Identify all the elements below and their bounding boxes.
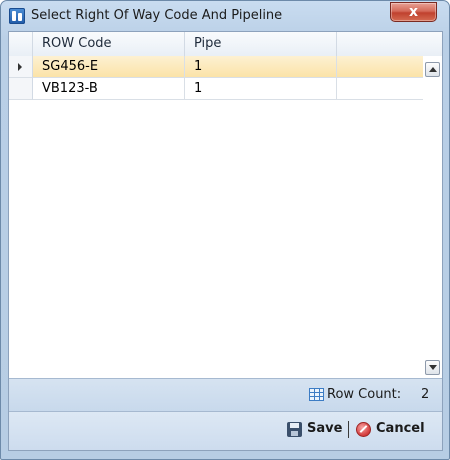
empty-cell[interactable] xyxy=(337,56,423,78)
close-button[interactable]: x xyxy=(390,2,437,22)
button-divider xyxy=(348,421,349,438)
arrow-down-icon xyxy=(429,365,437,370)
row-code-cell[interactable]: VB123-B xyxy=(33,78,185,100)
empty-cell[interactable] xyxy=(337,78,423,100)
scroll-down-button[interactable] xyxy=(425,360,440,375)
row-indicator-header xyxy=(9,32,33,56)
row-count-value: 2 xyxy=(421,387,430,402)
column-header-pipe[interactable]: Pipe xyxy=(185,32,337,56)
save-label: Save xyxy=(307,421,343,436)
window-title: Select Right Of Way Code And Pipeline xyxy=(31,8,283,23)
current-row-arrow-icon xyxy=(18,63,22,71)
table-row[interactable]: VB123-B 1 xyxy=(9,78,442,100)
cancel-label: Cancel xyxy=(376,421,425,436)
grid-header: ROW Code Pipe xyxy=(9,32,442,57)
scroll-up-button[interactable] xyxy=(425,62,440,77)
status-bar: Row Count: 2 xyxy=(9,378,442,412)
row-indicator xyxy=(9,78,33,100)
row-count-label: Row Count: xyxy=(327,387,402,402)
dialog-content: ROW Code Pipe SG456-E 1 VB123-B 1 Row Co… xyxy=(8,31,443,451)
pipe-cell[interactable]: 1 xyxy=(185,78,337,100)
table-row[interactable]: SG456-E 1 xyxy=(9,56,442,78)
row-code-cell[interactable]: SG456-E xyxy=(33,56,185,78)
vertical-scrollbar[interactable] xyxy=(423,56,442,376)
table-icon xyxy=(309,388,324,401)
arrow-up-icon xyxy=(429,67,437,72)
action-bar: Save Cancel xyxy=(9,412,442,450)
column-header-empty xyxy=(337,32,442,56)
app-icon xyxy=(9,8,25,24)
title-bar[interactable]: Select Right Of Way Code And Pipeline x xyxy=(1,1,449,31)
row-indicator xyxy=(9,56,33,78)
pipe-cell[interactable]: 1 xyxy=(185,56,337,78)
column-header-row-code[interactable]: ROW Code xyxy=(33,32,185,56)
dialog-window: Select Right Of Way Code And Pipeline x … xyxy=(0,0,450,460)
save-disk-icon xyxy=(287,422,302,437)
cancel-icon xyxy=(356,422,371,437)
